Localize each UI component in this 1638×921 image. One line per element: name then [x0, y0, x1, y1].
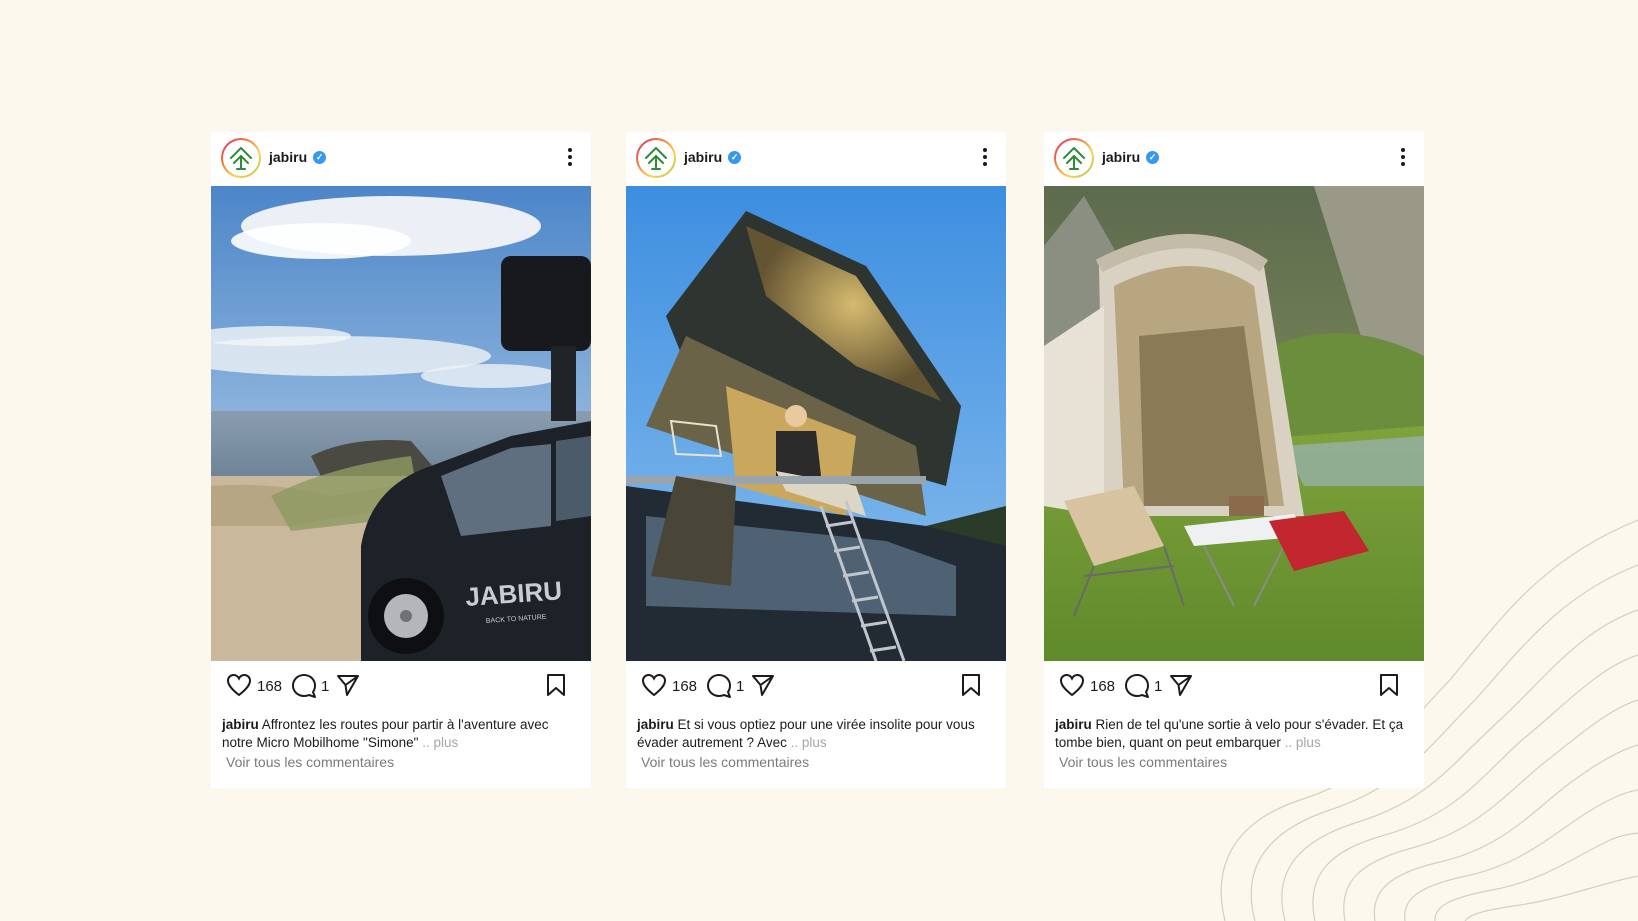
likes-count: 168 [1090, 678, 1116, 695]
caption-more-link[interactable]: .. plus [1281, 735, 1321, 750]
post-card-1: jabiru ✓ JABIRU BACK TO NATURE 168 1 jab… [211, 132, 591, 788]
post-username[interactable]: jabiru [1102, 149, 1140, 165]
verified-badge-icon: ✓ [728, 150, 742, 164]
avatar[interactable] [636, 138, 676, 178]
heart-icon[interactable] [1059, 673, 1085, 697]
heart-icon[interactable] [226, 673, 252, 697]
avatar[interactable] [1054, 138, 1094, 178]
post-card-3: jabiru ✓ 168 1 jabiru Rien de tel qu'une… [1044, 132, 1424, 788]
bookmark-icon[interactable] [1378, 673, 1400, 697]
jabiru-tree-logo-icon [1063, 147, 1085, 170]
more-vertical-icon[interactable] [1400, 146, 1406, 168]
van-by-sea-image: JABIRU BACK TO NATURE [211, 186, 591, 661]
likes-count: 168 [672, 678, 698, 695]
caption-more-link[interactable]: .. plus [422, 735, 458, 750]
avatar[interactable] [221, 138, 261, 178]
comments-count: 1 [321, 678, 330, 695]
post-header: jabiru ✓ [626, 132, 1006, 186]
heart-icon[interactable] [641, 673, 667, 697]
post-actions: 168 1 [211, 661, 591, 709]
caption-text: Affrontez les routes pour partir à l'ave… [222, 717, 549, 750]
caption-username[interactable]: jabiru [222, 717, 259, 732]
post-caption: jabiru Affrontez les routes pour partir … [222, 716, 572, 752]
view-comments-link[interactable]: Voir tous les commentaires [641, 754, 809, 770]
more-vertical-icon[interactable] [982, 146, 988, 168]
rooftop-tent-image [626, 186, 1006, 661]
caption-username[interactable]: jabiru [637, 717, 674, 732]
post-photo[interactable]: JABIRU BACK TO NATURE [211, 186, 591, 661]
paper-plane-icon[interactable] [1169, 673, 1193, 697]
comment-bubble-icon[interactable] [291, 673, 317, 699]
post-actions: 168 1 [626, 661, 1006, 709]
post-caption: jabiru Rien de tel qu'une sortie à velo … [1055, 716, 1405, 752]
comment-bubble-icon[interactable] [706, 673, 732, 699]
likes-count: 168 [257, 678, 283, 695]
post-actions: 168 1 [1044, 661, 1424, 709]
post-username[interactable]: jabiru [684, 149, 722, 165]
caption-text: Rien de tel qu'une sortie à velo pour s'… [1055, 717, 1404, 750]
paper-plane-icon[interactable] [336, 673, 360, 697]
comments-count: 1 [1154, 678, 1163, 695]
paper-plane-icon[interactable] [751, 673, 775, 697]
more-vertical-icon[interactable] [567, 146, 573, 168]
bookmark-icon[interactable] [960, 673, 982, 697]
view-comments-link[interactable]: Voir tous les commentaires [1059, 754, 1227, 770]
post-caption: jabiru Et si vous optiez pour une virée … [637, 716, 987, 752]
post-card-2: jabiru ✓ 168 1 jabiru Et si vous optiez … [626, 132, 1006, 788]
view-comments-link[interactable]: Voir tous les commentaires [226, 754, 394, 770]
jabiru-tree-logo-icon [645, 147, 667, 170]
jabiru-tree-logo-icon [230, 147, 252, 170]
caption-username[interactable]: jabiru [1055, 717, 1092, 732]
comments-count: 1 [736, 678, 745, 695]
post-header: jabiru ✓ [1044, 132, 1424, 186]
verified-badge-icon: ✓ [313, 150, 327, 164]
comment-bubble-icon[interactable] [1124, 673, 1150, 699]
bookmark-icon[interactable] [545, 673, 567, 697]
post-photo[interactable] [1044, 186, 1424, 661]
post-header: jabiru ✓ [211, 132, 591, 186]
post-username[interactable]: jabiru [269, 149, 307, 165]
inflatable-tent-image [1044, 186, 1424, 661]
verified-badge-icon: ✓ [1146, 150, 1160, 164]
post-photo[interactable] [626, 186, 1006, 661]
caption-more-link[interactable]: .. plus [791, 735, 827, 750]
